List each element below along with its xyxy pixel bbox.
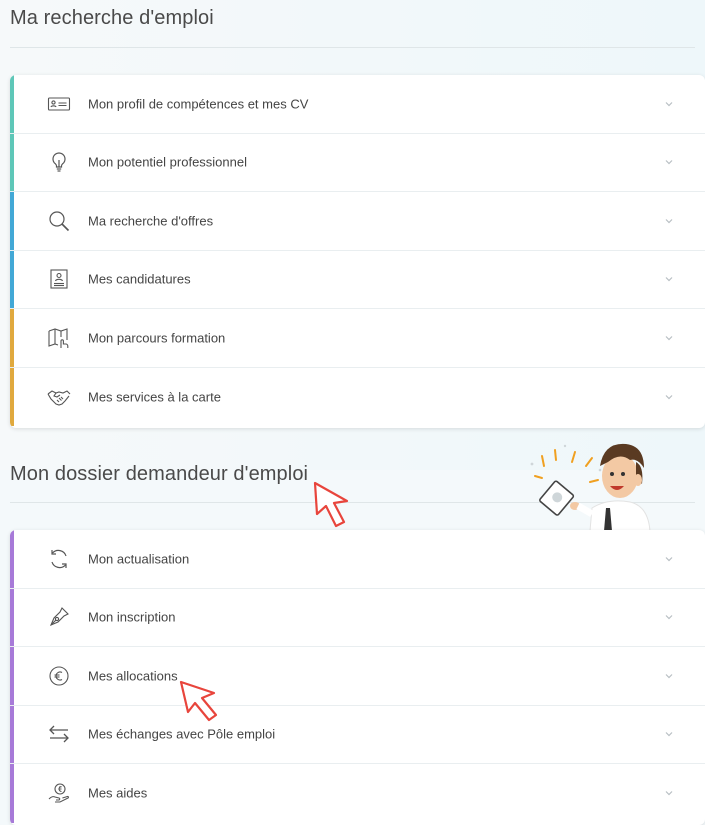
accent-bar [10, 192, 14, 250]
divider [10, 47, 695, 48]
cursor-pointer-icon [313, 481, 349, 528]
menu-item-label: Mes candidatures [88, 271, 191, 287]
menu-item-allocations[interactable]: Mes allocations [10, 647, 705, 706]
badge-icon [46, 266, 72, 292]
refresh-icon [46, 546, 72, 572]
menu-item-label: Mes aides [88, 785, 148, 801]
menu-item-label: Mes services à la carte [88, 389, 221, 405]
chevron-down-icon[interactable] [663, 391, 675, 403]
accent-bar [10, 250, 14, 308]
menu-item-label: Mon actualisation [88, 551, 190, 567]
menu-item-formation[interactable]: Mon parcours formation [10, 309, 705, 368]
menu-item-label: Mon inscription [88, 609, 176, 625]
hand-coin-icon [46, 780, 72, 806]
chevron-down-icon[interactable] [663, 215, 675, 227]
chevron-down-icon[interactable] [663, 728, 675, 740]
search-menu-card: Mon profil de compétences et mes CV Mon … [10, 75, 705, 428]
section-title-search: Ma recherche d'emploi [10, 7, 214, 29]
chevron-down-icon[interactable] [663, 98, 675, 110]
menu-item-services[interactable]: Mes services à la carte [10, 367, 705, 426]
chevron-down-icon[interactable] [663, 611, 675, 623]
menu-item-label: Mon profil de compétences et mes CV [88, 96, 309, 112]
dossier-menu-card: Mon actualisation Mon inscription Mes al… [10, 530, 705, 825]
accent-bar [10, 530, 14, 588]
menu-item-candidatures[interactable]: Mes candidatures [10, 250, 705, 309]
accent-bar [10, 764, 14, 823]
menu-item-profil[interactable]: Mon profil de compétences et mes CV [10, 75, 705, 134]
menu-item-echanges[interactable]: Mes échanges avec Pôle emploi [10, 705, 705, 764]
id-card-icon [46, 91, 72, 117]
menu-item-actualisation[interactable]: Mon actualisation [10, 530, 705, 589]
accent-bar [10, 588, 14, 646]
pen-nib-icon [46, 604, 72, 630]
euro-icon [46, 663, 72, 689]
section-title-dossier: Mon dossier demandeur d'emploi [10, 463, 309, 485]
cursor-pointer-icon [179, 680, 218, 722]
menu-item-aides[interactable]: Mes aides [10, 764, 705, 823]
chevron-down-icon[interactable] [663, 273, 675, 285]
accent-bar [10, 309, 14, 367]
menu-item-potentiel[interactable]: Mon potentiel professionnel [10, 133, 705, 192]
search-icon [46, 208, 72, 234]
accent-bar [10, 705, 14, 763]
exchange-arrows-icon [46, 721, 72, 747]
menu-item-inscription[interactable]: Mon inscription [10, 588, 705, 647]
accent-bar [10, 647, 14, 705]
chevron-down-icon[interactable] [663, 156, 675, 168]
chevron-down-icon[interactable] [663, 332, 675, 344]
accent-bar [10, 367, 14, 426]
menu-item-label: Mes allocations [88, 668, 178, 684]
accent-bar [10, 75, 14, 133]
accent-bar [10, 133, 14, 191]
menu-item-label: Ma recherche d'offres [88, 213, 214, 229]
chevron-down-icon[interactable] [663, 787, 675, 799]
chevron-down-icon[interactable] [663, 670, 675, 682]
menu-item-label: Mon parcours formation [88, 330, 226, 346]
handshake-icon [46, 384, 72, 410]
chevron-down-icon[interactable] [663, 553, 675, 565]
illustration [530, 443, 651, 531]
menu-item-label: Mon potentiel professionnel [88, 154, 247, 170]
map-touch-icon [46, 325, 72, 351]
lightbulb-icon [46, 149, 72, 175]
menu-item-offres[interactable]: Ma recherche d'offres [10, 192, 705, 251]
